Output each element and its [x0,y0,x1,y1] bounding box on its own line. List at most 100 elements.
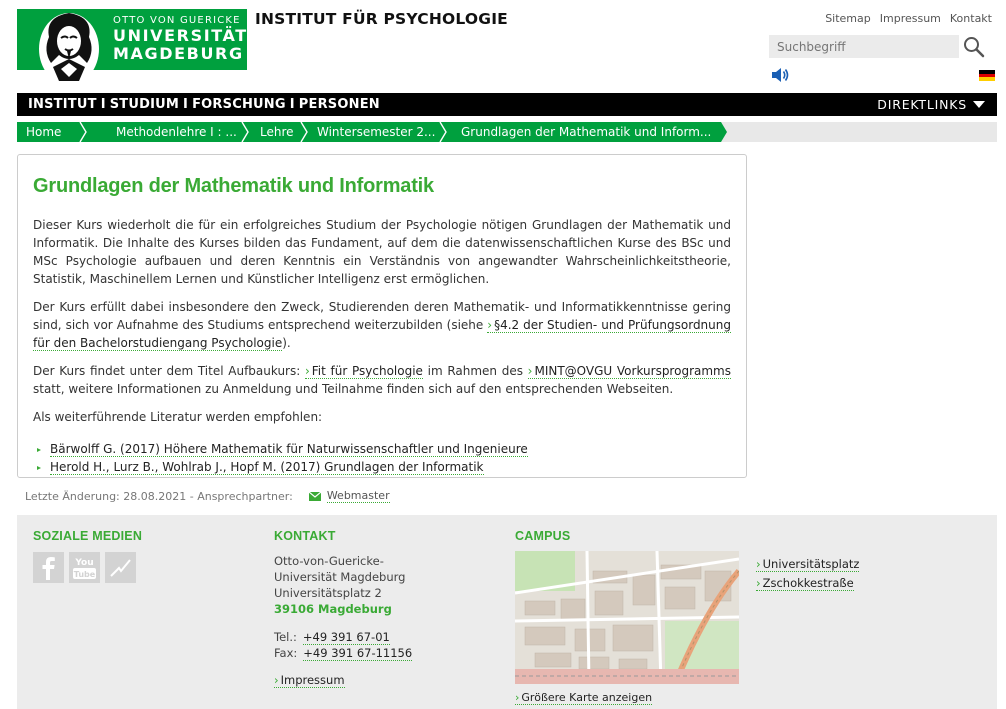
breadcrumb-methodenlehre[interactable]: Methodenlehre I : ... [116,125,237,139]
last-modified-text: Letzte Änderung: 28.08.2021 - Ansprechpa… [25,489,293,503]
direktlinks-label: DIREKTLINKS [877,97,967,112]
logo-line-1: OTTO VON GUERICKE [113,15,241,26]
campus-links: › Universitätsplatz › Zschokkestraße [756,555,860,593]
link-text: Größere Karte anzeigen [521,691,653,704]
mint-ovgu-link[interactable]: › MINT@OVGU Vorkursprogramms [527,364,731,379]
facebook-icon[interactable] [33,552,64,583]
address-line: Otto-von-Guericke- [274,554,384,568]
nav-item-studium[interactable]: STUDIUM [110,97,179,112]
logo-line-3: MAGDEBURG [113,44,244,63]
footer-social: SOZIALE MEDIEN You Tube [33,529,142,583]
nav-separator: I [183,97,189,112]
telephone-row: Tel.: +49 391 67-01 [274,629,412,645]
universitaetsplatz-link[interactable]: › Universitätsplatz [756,557,860,572]
nav-item-forschung[interactable]: FORSCHUNG [192,97,286,112]
literature-link[interactable]: Herold H., Lurz B., Wohlrab J., Hopf M. … [50,460,484,475]
content-box: Grundlagen der Mathematik und Informatik… [17,154,747,478]
university-name: OTTO VON GUERICKE UNIVERSITÄT MAGDEBURG [113,16,248,62]
webmaster-link[interactable]: Webmaster [326,489,390,503]
social-icons: You Tube [33,552,142,583]
facebook-glyph [42,557,55,580]
link-text: Impressum [280,673,345,687]
logo-line-2: UNIVERSITÄT [113,26,248,45]
fax-link[interactable]: +49 391 67-11156 [303,646,413,661]
larger-map-link[interactable]: › Größere Karte anzeigen [515,691,653,705]
guericke-portrait-icon [39,13,99,85]
kontakt-link[interactable]: Kontakt [950,12,992,25]
direktlinks-dropdown[interactable]: DIREKTLINKS [877,97,985,112]
breadcrumb: Home Methodenlehre I : ... Lehre Winters… [17,122,997,142]
search-icon[interactable] [962,35,986,59]
search-input[interactable] [769,35,959,58]
mail-icon [308,491,321,501]
breadcrumb-home[interactable]: Home [26,125,61,139]
footer-contact: KONTAKT Otto-von-Guericke- Universität M… [274,529,413,688]
paragraph-purpose: Der Kurs erfüllt dabei insbesondere den … [33,298,731,352]
fax-row: Fax: +49 391 67-11156 [274,645,413,661]
tel-label: Tel.: [274,630,297,644]
chevron-right-icon: › [527,364,533,378]
chevron-right-icon: › [487,318,493,332]
paragraph-text: im Rahmen des [422,364,528,378]
chevron-right-icon: › [274,673,279,687]
footer: SOZIALE MEDIEN You Tube KONTAKT Otto-von… [17,515,997,709]
main-nav-items: INSTITUT I STUDIUM I FORSCHUNG I PERSONEN [28,97,380,112]
telephone-link[interactable]: +49 391 67-01 [302,630,390,645]
paragraph-text: ). [282,336,291,350]
zschokkestrasse-link[interactable]: › Zschokkestraße [756,576,854,591]
phone-numbers: Tel.: +49 391 67-01 Fax: +49 391 67-11156 [274,629,413,661]
breadcrumb-wintersemester[interactable]: Wintersemester 2... [317,125,435,139]
institute-title[interactable]: INSTITUT FÜR PSYCHOLOGIE [255,10,508,28]
address-line: Universität Magdeburg [274,570,406,584]
list-item: Bärwolff G. (2017) Höhere Mathematik für… [33,440,731,458]
footer-campus: CAMPUS [515,529,570,543]
page-title: Grundlagen der Mathematik und Informatik [33,175,434,197]
nav-separator: I [289,97,295,112]
fax-label: Fax: [274,646,298,660]
paragraph-literature-intro: Als weiterführende Literatur werden empf… [33,410,323,424]
university-logo[interactable]: OTTO VON GUERICKE UNIVERSITÄT MAGDEBURG [17,9,248,85]
page-meta: Letzte Änderung: 28.08.2021 - Ansprechpa… [25,489,390,503]
chevron-right-icon: › [756,557,761,571]
campus-link-row: › Zschokkestraße [756,574,859,593]
rss-glyph [110,559,131,577]
nav-separator: I [100,97,106,112]
paragraph-intro: Dieser Kurs wiederholt die für ein erfol… [33,218,731,286]
speaker-icon[interactable] [770,67,790,83]
campus-title: CAMPUS [515,529,571,543]
nav-item-institut[interactable]: INSTITUT [28,97,97,112]
breadcrumb-lehre[interactable]: Lehre [260,125,294,139]
svg-text:You: You [74,558,93,568]
link-text: MINT@OVGU Vorkursprogramms [534,364,731,378]
sitemap-link[interactable]: Sitemap [825,12,871,25]
breadcrumb-current[interactable]: Grundlagen der Mathematik und Inform... [461,125,711,139]
paragraph-text: Der Kurs findet unter dem Titel Aufbauku… [33,364,305,378]
fit-fuer-psychologie-link[interactable]: › Fit für Psychologie [304,364,423,379]
campus-link-row: › Universitätsplatz [756,555,860,574]
caret-down-icon [973,101,985,108]
youtube-icon[interactable]: You Tube [69,552,100,583]
address-city: 39106 Magdeburg [274,602,392,616]
list-item: Herold H., Lurz B., Wohlrab J., Hopf M. … [33,458,731,476]
chevron-right-icon: › [304,364,310,378]
address: Otto-von-Guericke- Universität Magdeburg… [274,553,412,617]
svg-text:Tube: Tube [74,570,96,579]
chevron-right-icon: › [515,691,520,704]
impressum-footer-link[interactable]: › Impressum [274,673,345,688]
nav-item-personen[interactable]: PERSONEN [299,97,380,112]
link-text: Zschokkestraße [762,576,854,590]
rss-icon[interactable] [105,552,136,583]
social-title: SOZIALE MEDIEN [33,529,143,543]
literature-list: Bärwolff G. (2017) Höhere Mathematik für… [33,440,731,476]
paragraph-text: statt, weitere Informationen zu Anmeldun… [33,382,674,396]
impressum-link[interactable]: Impressum [880,12,941,25]
footer-impressum: › Impressum [274,673,412,688]
link-text: Universitätsplatz [762,557,860,571]
youtube-glyph: You Tube [73,558,96,579]
address-line: Universitätsplatz 2 [274,586,382,600]
campus-map[interactable] [515,551,739,684]
paragraph-course: Der Kurs findet unter dem Titel Aufbauku… [33,362,731,398]
chevron-right-icon: › [756,576,761,590]
literature-link[interactable]: Bärwolff G. (2017) Höhere Mathematik für… [50,442,528,457]
german-flag-icon[interactable] [979,70,995,81]
